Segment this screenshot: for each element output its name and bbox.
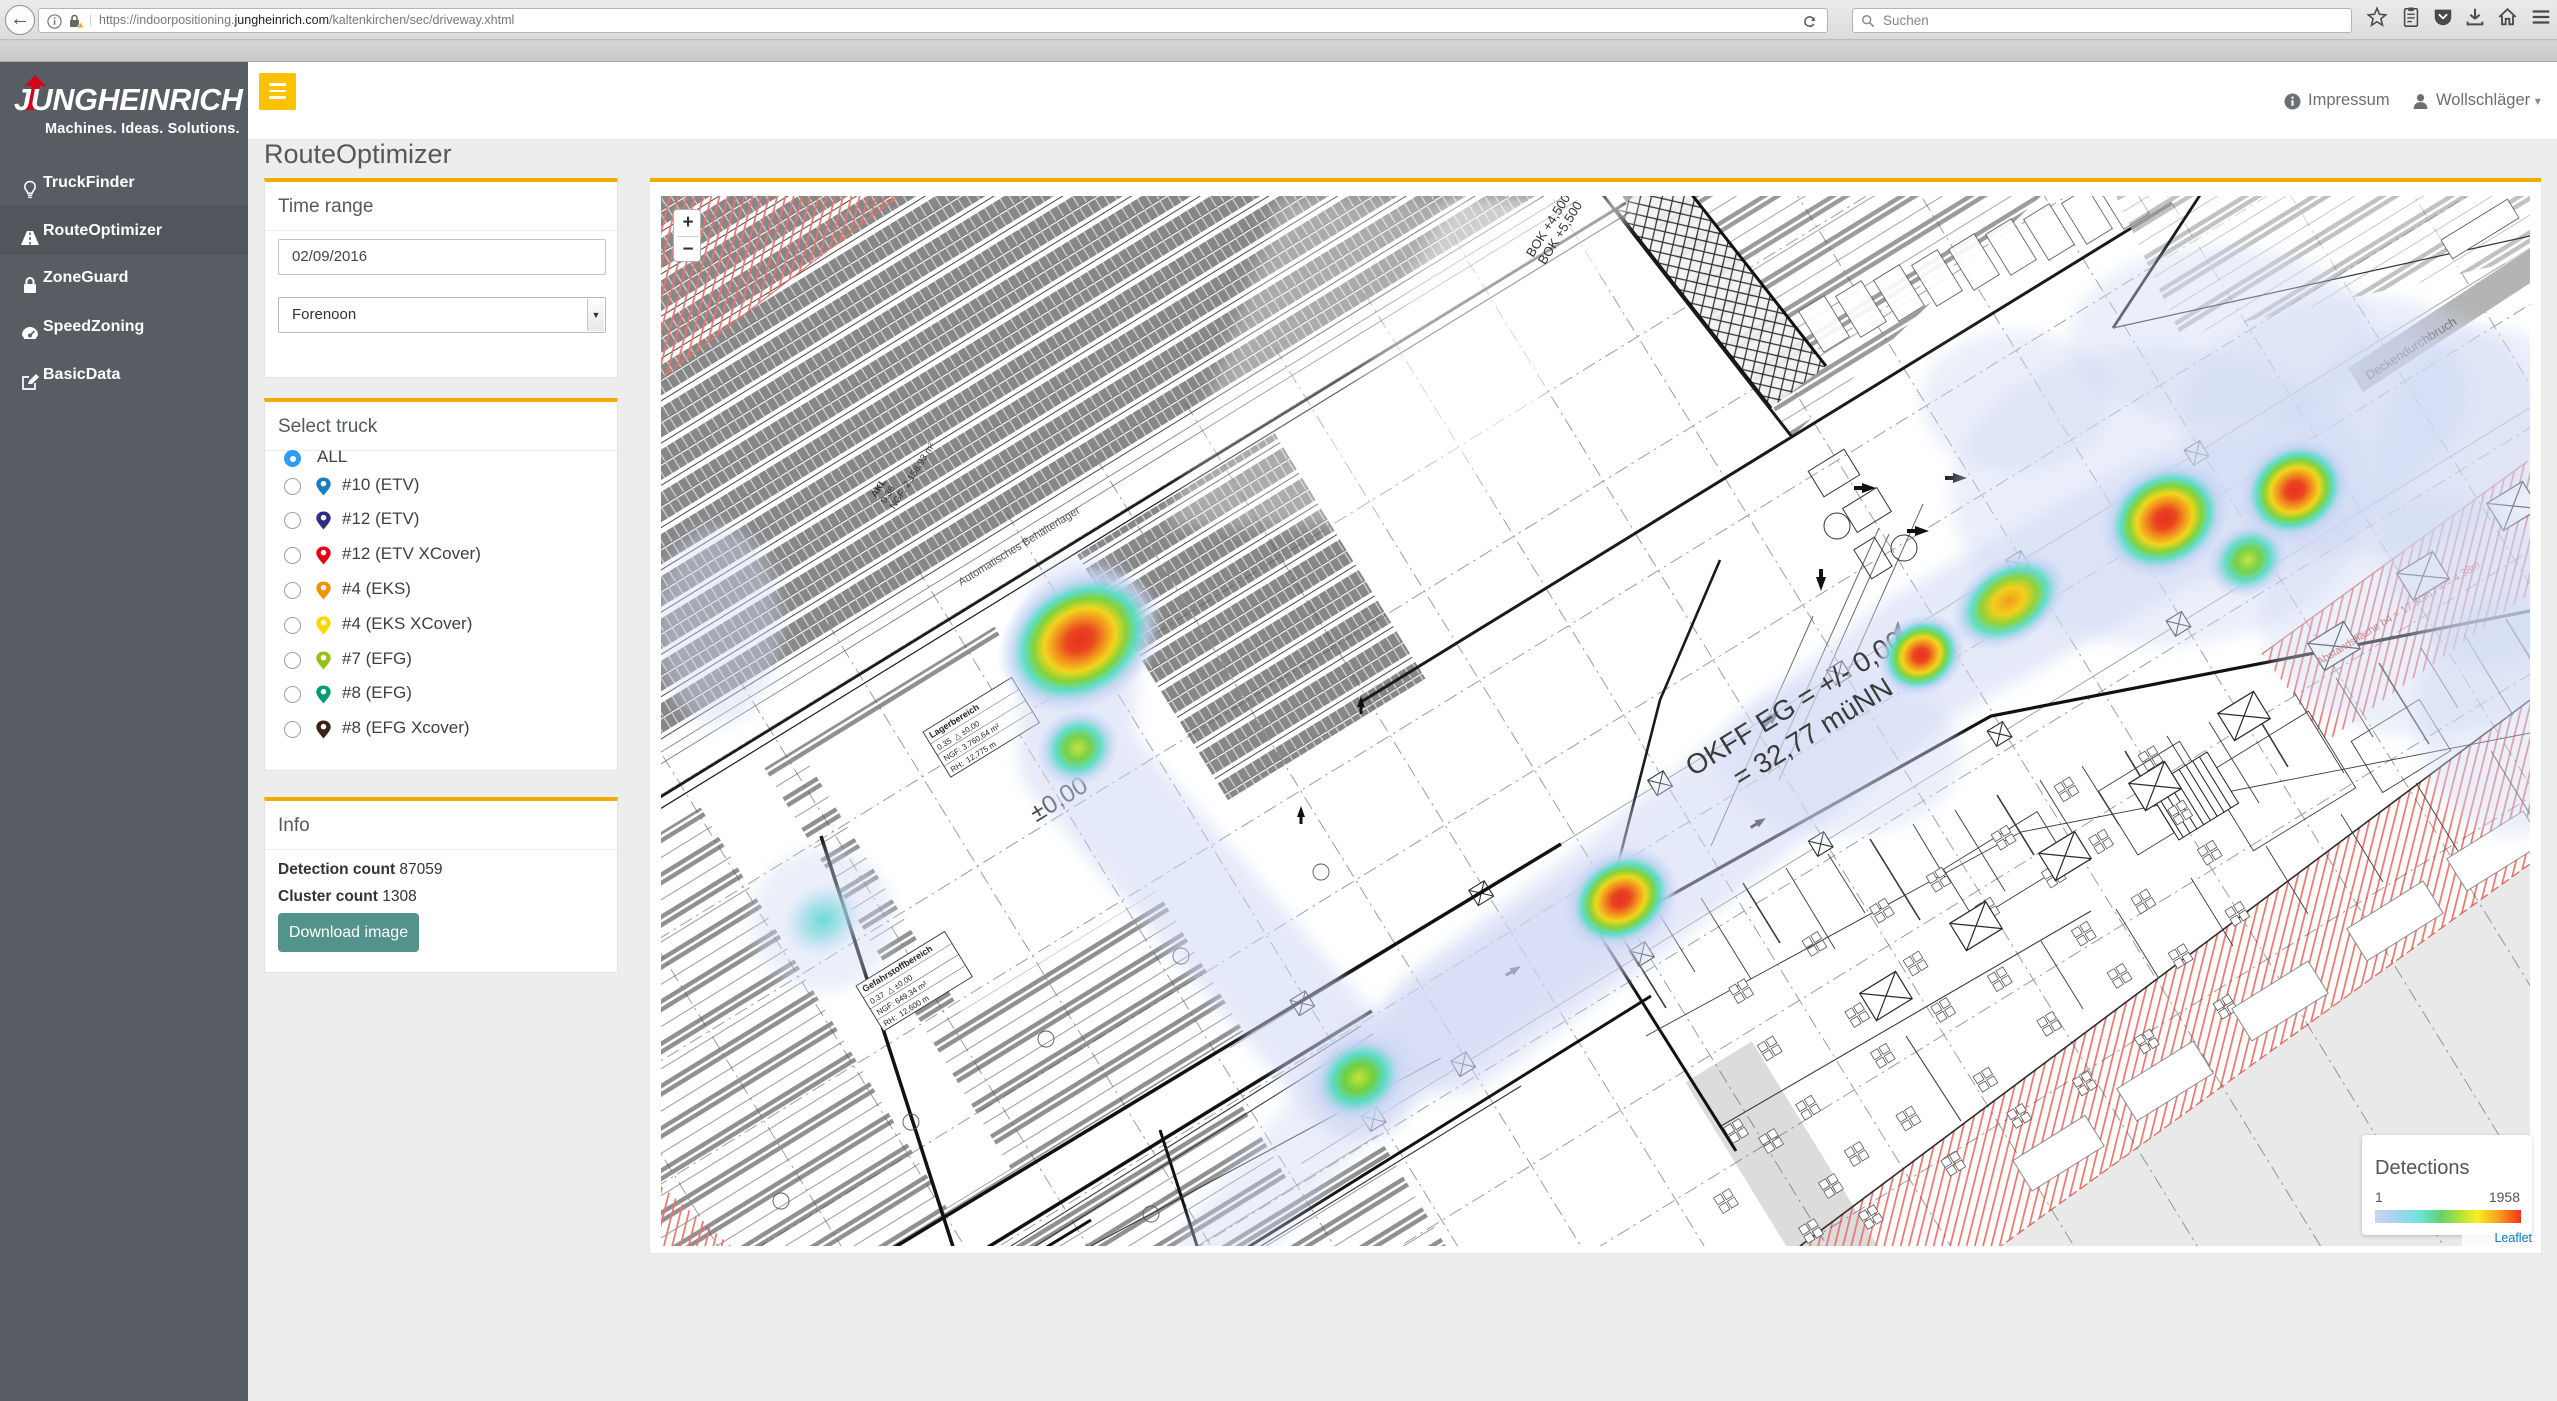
svg-text:JUNGHEINRICH: JUNGHEINRICH bbox=[14, 83, 244, 117]
